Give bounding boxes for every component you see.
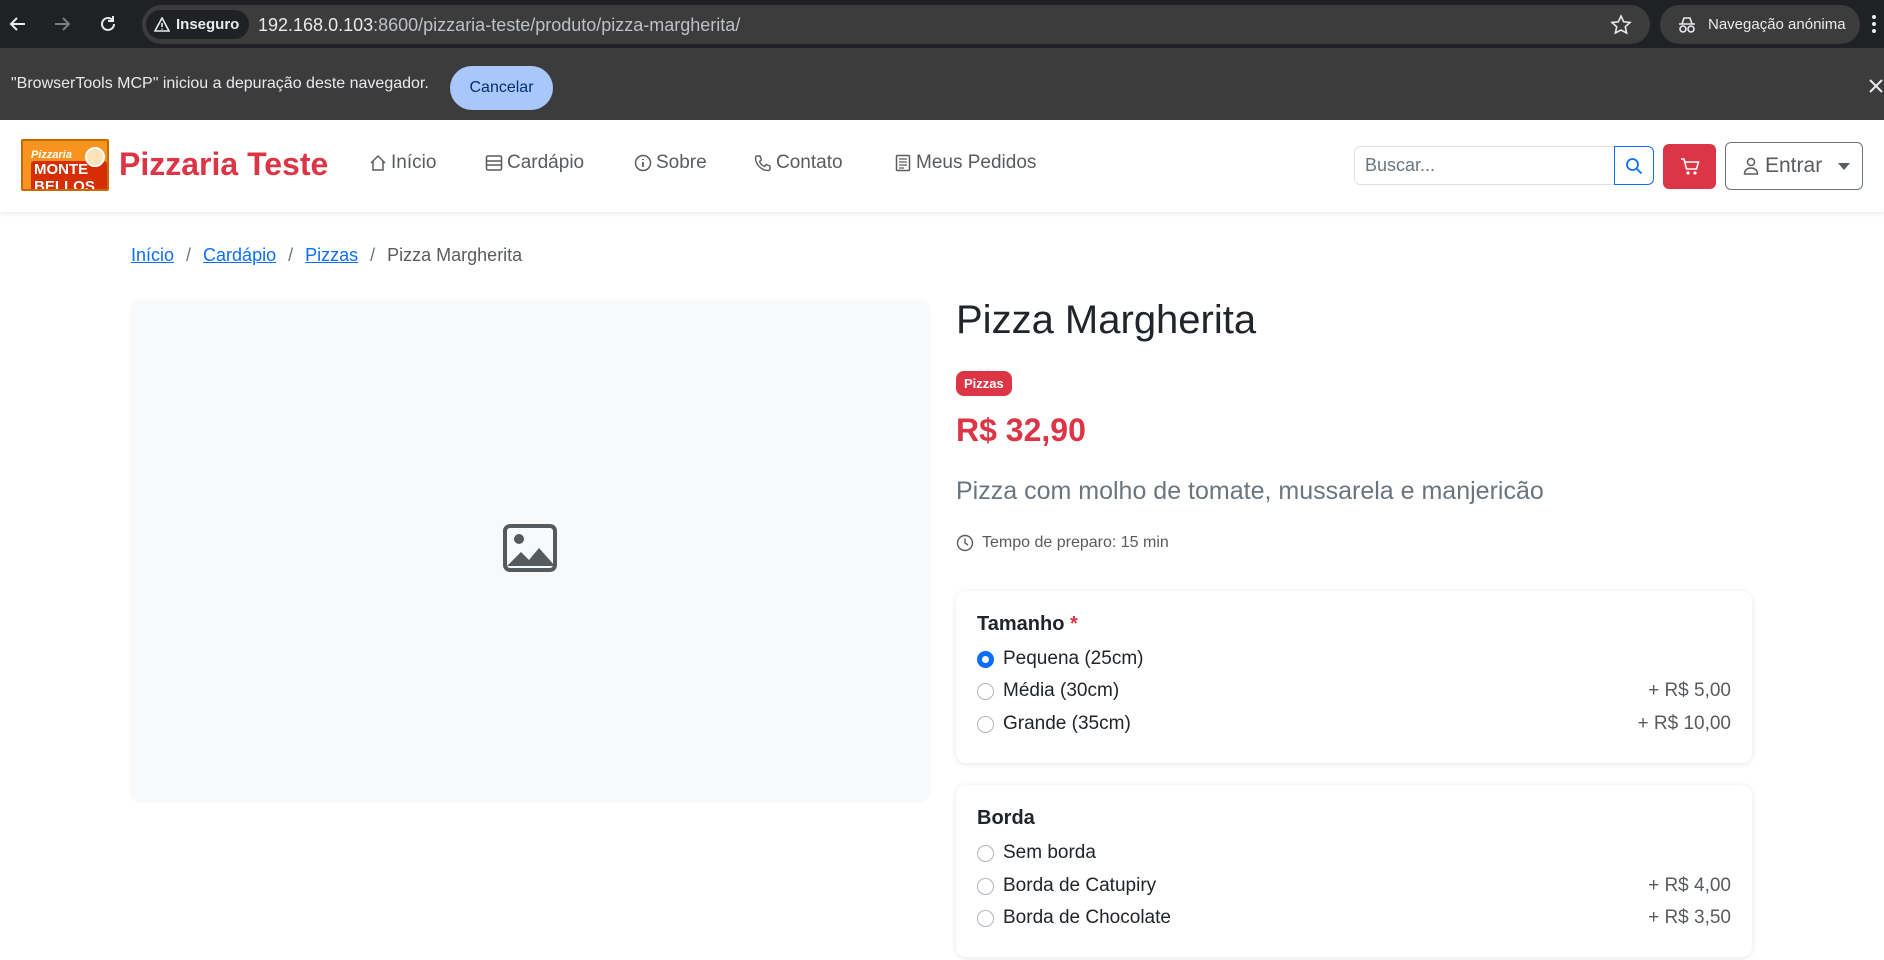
- close-icon[interactable]: [1868, 78, 1884, 94]
- browser-toolbar: Inseguro 192.168.0.103:8600/pizzaria-tes…: [0, 0, 1884, 48]
- crust-radio-chocolate[interactable]: [977, 909, 994, 927]
- crust-option-price: + R$ 3,50: [1648, 907, 1731, 928]
- cancel-debugging-button[interactable]: Cancelar: [450, 66, 553, 110]
- size-option[interactable]: Média (30cm) + R$ 5,00: [977, 678, 1731, 704]
- nav-link-sobre-label: Sobre: [656, 152, 707, 173]
- breadcrumb-cardapio[interactable]: Cardápio: [203, 245, 276, 266]
- crust-option-label: Sem borda: [1003, 842, 1096, 863]
- nav-link-inicio[interactable]: Início: [369, 152, 436, 174]
- size-option-label: Grande (35cm): [1003, 713, 1131, 734]
- image-icon: [503, 524, 557, 572]
- incognito-indicator[interactable]: Navegação anónima: [1660, 5, 1860, 44]
- incognito-icon: [1679, 16, 1695, 33]
- search-button[interactable]: [1614, 146, 1654, 185]
- product-image-placeholder: [131, 300, 929, 800]
- size-title-text: Tamanho: [977, 613, 1065, 635]
- size-radio-media[interactable]: [977, 682, 994, 700]
- product-title: Pizza Margherita: [956, 298, 1257, 342]
- breadcrumb-separator: /: [370, 245, 376, 265]
- size-option-label: Média (30cm): [1003, 680, 1120, 701]
- site-logo[interactable]: Pizzaria MONTE BELLOS: [21, 139, 109, 191]
- url-host: 192.168.0.103: [258, 15, 374, 35]
- crust-option[interactable]: Sem borda: [977, 840, 1731, 866]
- user-icon: [1743, 157, 1759, 175]
- debugging-infobar: "BrowserTools MCP" iniciou a depuração d…: [0, 48, 1884, 120]
- nav-link-pedidos[interactable]: Meus Pedidos: [894, 152, 1036, 174]
- chevron-down-icon: [1838, 162, 1851, 170]
- crust-options-title: Borda: [977, 807, 1035, 829]
- prep-time: Tempo de preparo: 15 min: [956, 534, 1169, 552]
- product-description: Pizza com molho de tomate, mussarela e m…: [956, 477, 1544, 505]
- size-radio-grande[interactable]: [977, 715, 994, 733]
- size-option-price: + R$ 10,00: [1637, 713, 1732, 734]
- browser-menu-icon[interactable]: [1868, 12, 1880, 36]
- infobar-message: "BrowserTools MCP" iniciou a depuração d…: [11, 75, 429, 92]
- info-icon: [634, 154, 652, 172]
- category-badge: Pizzas: [956, 371, 1012, 396]
- crust-radio-catupiry[interactable]: [977, 877, 994, 895]
- phone-icon: [754, 155, 771, 172]
- size-option-label: Pequena (25cm): [1003, 648, 1144, 669]
- url-path: :8600/pizzaria-teste/produto/pizza-margh…: [373, 15, 741, 35]
- size-options-card: Tamanho * Pequena (25cm) Média (30cm) + …: [956, 591, 1752, 763]
- brand-name[interactable]: Pizzaria Teste: [119, 146, 328, 183]
- search-input[interactable]: [1354, 146, 1615, 185]
- clock-icon: [956, 534, 974, 552]
- reload-icon[interactable]: [96, 12, 120, 36]
- incognito-label: Navegação anónima: [1708, 16, 1846, 33]
- receipt-icon: [895, 154, 911, 172]
- nav-link-cardapio-label: Cardápio: [507, 152, 585, 173]
- breadcrumb-inicio[interactable]: Início: [131, 245, 174, 266]
- crust-option-price: + R$ 4,00: [1648, 875, 1731, 896]
- nav-link-sobre[interactable]: Sobre: [634, 152, 707, 174]
- breadcrumb-pizzas[interactable]: Pizzas: [305, 245, 358, 266]
- login-label: Entrar: [1765, 154, 1823, 177]
- required-mark: *: [1069, 613, 1078, 635]
- size-option[interactable]: Pequena (25cm): [977, 646, 1731, 672]
- breadcrumb-separator: /: [288, 245, 294, 265]
- nav-link-pedidos-label: Meus Pedidos: [916, 152, 1037, 173]
- breadcrumb-current: Pizza Margherita: [387, 245, 523, 265]
- url-text: 192.168.0.103:8600/pizzaria-teste/produt…: [258, 15, 740, 36]
- back-arrow-icon[interactable]: [6, 12, 30, 36]
- product-price: R$ 32,90: [956, 412, 1086, 448]
- chef-mascot-icon: [85, 147, 105, 167]
- bookmark-star-icon[interactable]: [1610, 14, 1632, 36]
- breadcrumb: Início / Cardápio / Pizzas / Pizza Margh…: [131, 245, 522, 266]
- prep-time-text: Tempo de preparo: 15 min: [982, 534, 1169, 551]
- breadcrumb-separator: /: [186, 245, 192, 265]
- cart-button[interactable]: [1663, 144, 1716, 189]
- menu-list-icon: [485, 155, 503, 171]
- crust-option[interactable]: Borda de Chocolate + R$ 3,50: [977, 905, 1731, 931]
- nav-link-contato[interactable]: Contato: [754, 152, 843, 174]
- search-icon: [1626, 157, 1643, 174]
- cart-icon: [1680, 157, 1700, 175]
- forward-arrow-icon[interactable]: [50, 12, 74, 36]
- crust-options-card: Borda Sem borda Borda de Catupiry + R$ 4…: [956, 785, 1752, 957]
- logo-text-top: Pizzaria: [31, 149, 72, 161]
- login-dropdown-button[interactable]: Entrar: [1725, 142, 1863, 190]
- size-options-title: Tamanho *: [977, 613, 1078, 636]
- crust-option-label: Borda de Catupiry: [1003, 875, 1157, 896]
- size-option[interactable]: Grande (35cm) + R$ 10,00: [977, 711, 1731, 737]
- nav-link-contato-label: Contato: [776, 152, 843, 173]
- crust-option[interactable]: Borda de Catupiry + R$ 4,00: [977, 873, 1731, 899]
- nav-link-inicio-label: Início: [391, 152, 437, 173]
- nav-link-cardapio[interactable]: Cardápio: [485, 152, 584, 174]
- security-label: Inseguro: [176, 16, 240, 33]
- home-icon: [370, 154, 386, 171]
- size-option-price: + R$ 5,00: [1648, 680, 1731, 701]
- address-bar[interactable]: Inseguro 192.168.0.103:8600/pizzaria-tes…: [142, 5, 1650, 44]
- warning-icon: [154, 17, 170, 32]
- crust-radio-sem-borda[interactable]: [977, 844, 994, 862]
- crust-option-label: Borda de Chocolate: [1003, 907, 1171, 928]
- size-radio-pequena[interactable]: [977, 650, 994, 668]
- site-navbar: Pizzaria MONTE BELLOS Pizzaria Teste Iní…: [0, 120, 1884, 212]
- security-chip[interactable]: Inseguro: [146, 10, 250, 39]
